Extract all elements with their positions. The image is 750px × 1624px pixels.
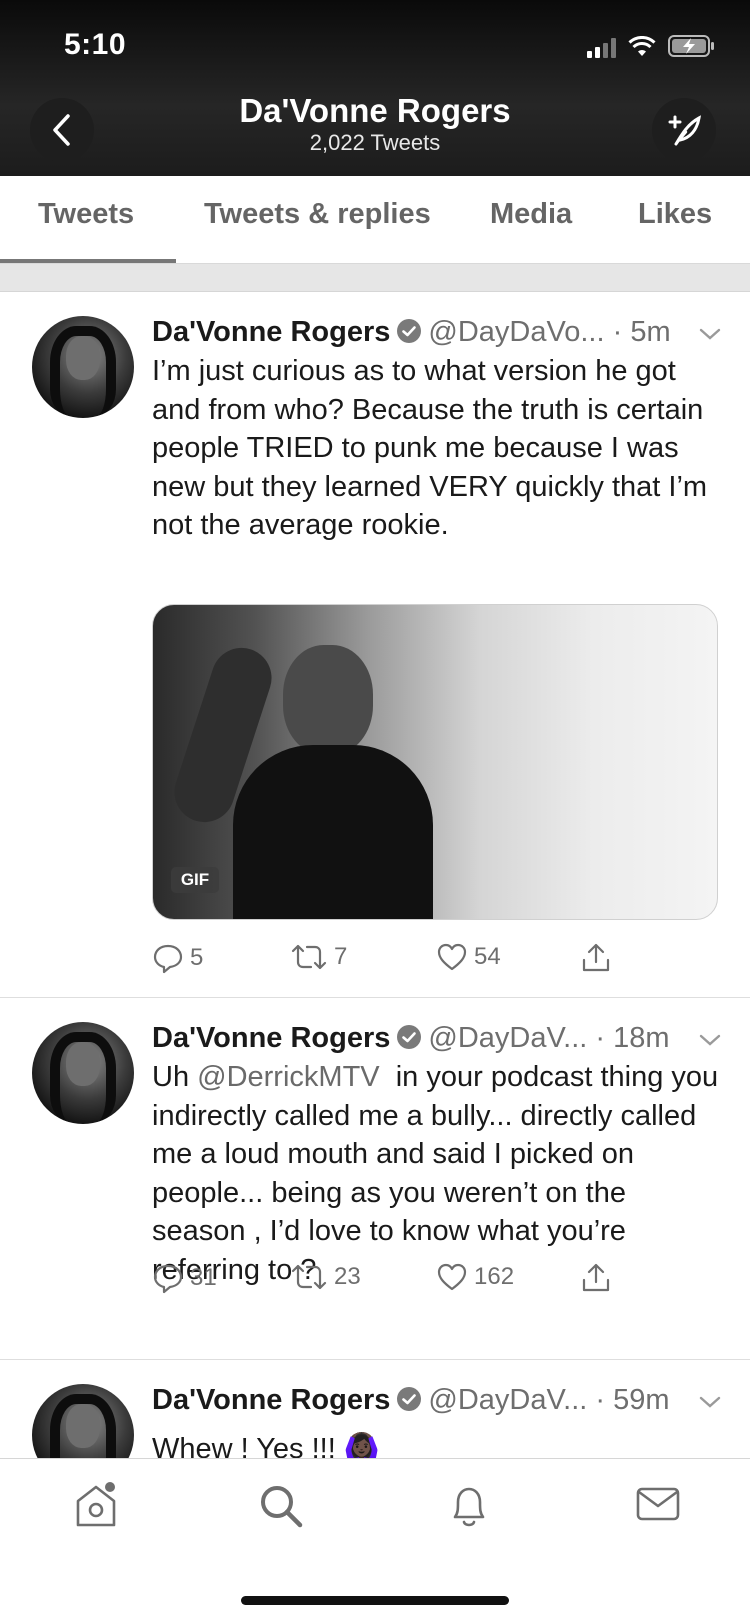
- gif-badge: GIF: [171, 867, 219, 893]
- tweet-actions: 5 7 54: [152, 942, 712, 982]
- tweet-count: 2,022 Tweets: [309, 130, 441, 155]
- tweet-text: Uh @DerrickMTV in your podcast thing you…: [152, 1058, 722, 1289]
- chevron-down-icon[interactable]: [698, 326, 722, 342]
- nav-search[interactable]: [256, 1481, 306, 1536]
- home-icon: [76, 1482, 116, 1527]
- share-button[interactable]: [580, 1262, 612, 1294]
- tweet-timestamp: 59m: [613, 1384, 670, 1416]
- share-icon: [582, 1263, 610, 1292]
- chevron-down-icon[interactable]: [698, 1032, 722, 1048]
- nav-notifications[interactable]: [446, 1481, 492, 1536]
- tweet-author-handle: @DayDaV...: [428, 1384, 588, 1416]
- messages-icon: [636, 1487, 680, 1521]
- tweet-author-handle: @DayDaVo...: [428, 316, 605, 348]
- nav-messages[interactable]: [634, 1481, 682, 1532]
- notifications-icon: [453, 1487, 485, 1527]
- wifi-icon: [628, 36, 656, 56]
- home-indicator: [241, 1596, 509, 1605]
- tweet[interactable]: Da'Vonne Rogers @DayDaVo... · 5m I’m just…: [0, 292, 750, 998]
- battery-icon: [668, 35, 714, 57]
- signal-icon: [587, 36, 616, 58]
- profile-header: 5:10 Da'Vonne Rogers 2,022 Tweets: [0, 0, 750, 176]
- tweet-header: Da'Vonne Rogers @DayDaV... · 59m: [152, 1384, 722, 1424]
- reply-button[interactable]: 5: [152, 942, 203, 974]
- share-icon: [582, 943, 610, 972]
- tweet-actions: 31 23 162: [152, 1262, 712, 1302]
- tweet-text-prefix: Uh: [152, 1061, 198, 1093]
- like-count: 162: [474, 1263, 515, 1290]
- share-button[interactable]: [580, 942, 612, 974]
- tab-likes[interactable]: Likes: [638, 198, 712, 231]
- tweet[interactable]: Da'Vonne Rogers @DayDaV... · 18m Uh @Derr…: [0, 998, 750, 1360]
- status-time: 5:10: [64, 28, 127, 61]
- home-notification-dot: [105, 1482, 115, 1492]
- retweet-icon: [291, 944, 327, 970]
- tweet-gif-media[interactable]: GIF: [152, 604, 718, 920]
- bottom-tab-bar: [0, 1458, 750, 1624]
- search-icon: [261, 1486, 303, 1528]
- tab-selected-indicator: [0, 259, 176, 263]
- nav-home[interactable]: [72, 1481, 120, 1536]
- profile-tabs: Tweets Tweets & replies Media Likes: [0, 176, 750, 264]
- retweet-count: 23: [334, 1263, 361, 1290]
- tweet-header: Da'Vonne Rogers @DayDaV... · 18m: [152, 1022, 722, 1062]
- compose-tweet-button[interactable]: [652, 98, 716, 162]
- reply-icon: [153, 1264, 183, 1294]
- chevron-down-icon[interactable]: [698, 1394, 722, 1410]
- tab-tweets[interactable]: Tweets: [38, 198, 134, 231]
- tab-media[interactable]: Media: [490, 198, 572, 231]
- profile-name: Da'Vonne Rogers: [239, 92, 511, 129]
- tweet-timestamp: 18m: [613, 1022, 670, 1054]
- like-button[interactable]: 54: [436, 942, 501, 972]
- tweet-author-name[interactable]: Da'Vonne Rogers: [152, 316, 390, 348]
- mention-link[interactable]: @DerrickMTV: [197, 1061, 379, 1093]
- retweet-button[interactable]: 23: [290, 1262, 361, 1292]
- reply-icon: [153, 944, 183, 974]
- avatar[interactable]: [32, 1022, 134, 1124]
- tweet-author-name[interactable]: Da'Vonne Rogers: [152, 1384, 390, 1416]
- heart-icon: [437, 1263, 467, 1291]
- tweet-text-body: in your podcast thing you indirectly cal…: [152, 1061, 727, 1286]
- retweet-button[interactable]: 7: [290, 942, 347, 972]
- status-icons: [587, 34, 716, 58]
- verified-badge-icon: [397, 1387, 422, 1412]
- avatar[interactable]: [32, 316, 134, 418]
- verified-badge-icon: [397, 1025, 422, 1050]
- section-divider: [0, 264, 750, 292]
- verified-badge-icon: [397, 319, 422, 344]
- tweet-timestamp: 5m: [630, 316, 671, 348]
- like-button[interactable]: 162: [436, 1262, 514, 1292]
- tab-tweets-replies[interactable]: Tweets & replies: [204, 198, 431, 231]
- reply-count: 31: [190, 1264, 217, 1291]
- heart-icon: [437, 943, 467, 971]
- reply-button[interactable]: 31: [152, 1262, 217, 1294]
- compose-feather-icon: [668, 115, 701, 146]
- reply-count: 5: [190, 944, 204, 971]
- tweet-author-name[interactable]: Da'Vonne Rogers: [152, 1022, 390, 1054]
- tweet-text: I’m just curious as to what version he g…: [152, 355, 708, 541]
- retweet-count: 7: [334, 943, 348, 970]
- like-count: 54: [474, 943, 501, 970]
- tweet-author-handle: @DayDaV...: [428, 1022, 588, 1054]
- tweet-header: Da'Vonne Rogers @DayDaVo... · 5m: [152, 316, 722, 356]
- retweet-icon: [291, 1264, 327, 1290]
